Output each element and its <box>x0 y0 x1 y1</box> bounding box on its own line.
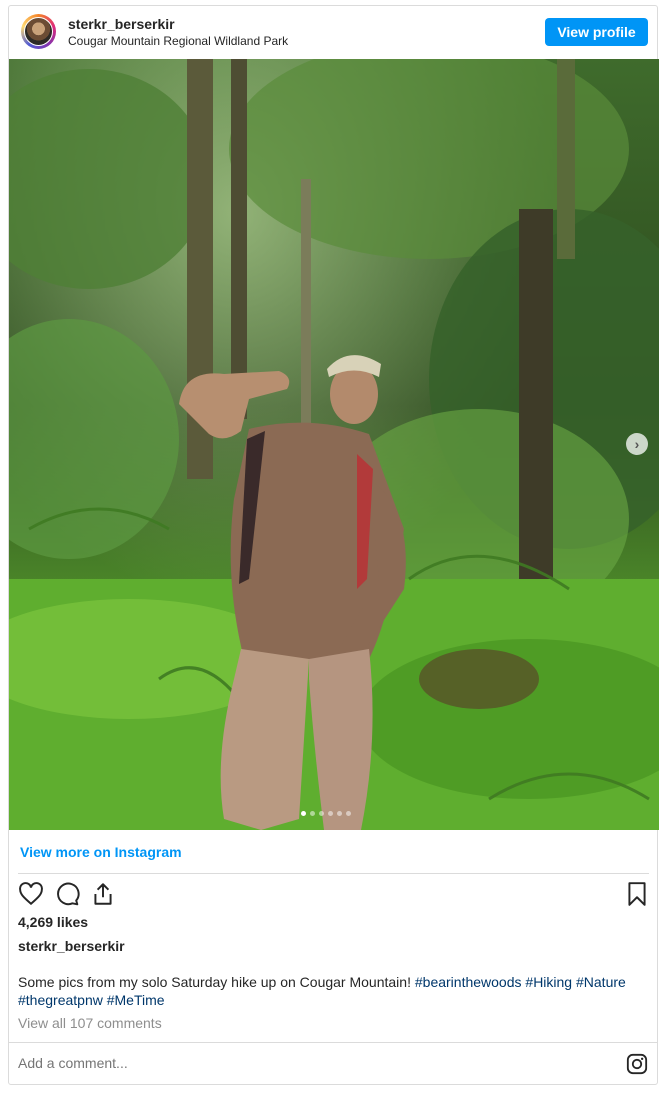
username-link[interactable]: sterkr_berserkir <box>68 16 175 32</box>
carousel-dot <box>328 811 333 816</box>
carousel-dot <box>319 811 324 816</box>
next-slide-button[interactable]: › <box>626 433 648 455</box>
view-all-comments-link[interactable]: View all 107 comments <box>18 1015 162 1031</box>
share-icon[interactable] <box>90 880 116 908</box>
carousel-indicator <box>301 811 351 816</box>
caption-text: Some pics from my solo Saturday hike up … <box>18 974 411 990</box>
action-bar <box>18 880 650 910</box>
heart-icon[interactable] <box>18 880 44 908</box>
instagram-embed-card: sterkr_berserkir Cougar Mountain Regiona… <box>8 5 659 1086</box>
avatar <box>24 17 53 46</box>
carousel-dot <box>337 811 342 816</box>
post-header: sterkr_berserkir Cougar Mountain Regiona… <box>9 6 657 59</box>
add-comment-input[interactable] <box>18 1055 578 1071</box>
location-link[interactable]: Cougar Mountain Regional Wildland Park <box>68 34 288 48</box>
bookmark-icon[interactable] <box>624 880 650 908</box>
carousel-dot <box>310 811 315 816</box>
hashtag-link[interactable]: #bearinthewoods <box>415 974 522 990</box>
hashtag-link[interactable]: #thegreatpnw <box>18 992 103 1008</box>
avatar-story-ring[interactable] <box>21 14 56 49</box>
view-profile-button[interactable]: View profile <box>545 18 648 46</box>
hashtag-link[interactable]: #MeTime <box>107 992 165 1008</box>
comment-bar <box>9 1042 657 1086</box>
view-more-link[interactable]: View more on Instagram <box>20 844 182 860</box>
forest-photo-image <box>9 59 659 830</box>
carousel-dot <box>346 811 351 816</box>
post-photo[interactable]: › <box>9 59 659 830</box>
chevron-right-icon: › <box>634 436 640 452</box>
instagram-icon[interactable] <box>626 1053 648 1075</box>
hashtag-link[interactable]: #Hiking <box>525 974 572 990</box>
carousel-dot-active <box>301 811 306 816</box>
comment-icon[interactable] <box>54 880 80 908</box>
divider <box>18 873 649 874</box>
hashtag-link[interactable]: #Nature <box>576 974 626 990</box>
post-caption: Some pics from my solo Saturday hike up … <box>18 973 650 1009</box>
likes-count[interactable]: 4,269 likes <box>18 914 88 930</box>
caption-author[interactable]: sterkr_berserkir <box>18 938 125 954</box>
